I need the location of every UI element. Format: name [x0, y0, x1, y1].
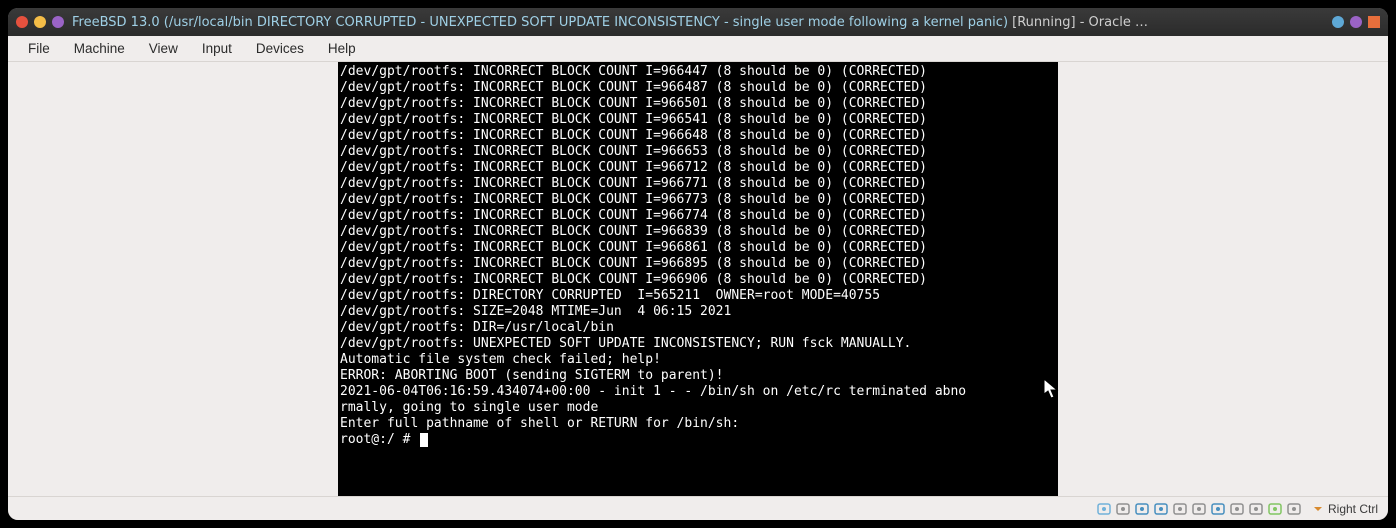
hard-disk-icon[interactable]: [1097, 502, 1111, 516]
menu-view[interactable]: View: [139, 37, 188, 60]
terminal-line: /dev/gpt/rootfs: INCORRECT BLOCK COUNT I…: [340, 112, 1058, 128]
terminal-line: /dev/gpt/rootfs: INCORRECT BLOCK COUNT I…: [340, 192, 1058, 208]
terminal-line: ERROR: ABORTING BOOT (sending SIGTERM to…: [340, 368, 1058, 384]
terminal-line: /dev/gpt/rootfs: INCORRECT BLOCK COUNT I…: [340, 176, 1058, 192]
vm-display-area[interactable]: /dev/gpt/rootfs: INCORRECT BLOCK COUNT I…: [8, 62, 1388, 496]
usb-icon[interactable]: [1135, 502, 1149, 516]
terminal-line: /dev/gpt/rootfs: DIRECTORY CORRUPTED I=5…: [340, 288, 1058, 304]
clipboard-icon[interactable]: [1287, 502, 1301, 516]
menu-devices[interactable]: Devices: [246, 37, 314, 60]
menu-file[interactable]: File: [18, 37, 60, 60]
virtualbox-window: FreeBSD 13.0 (/usr/local/bin DIRECTORY C…: [8, 8, 1388, 520]
close-dot-icon[interactable]: [16, 16, 28, 28]
vm-detail: (/usr/local/bin DIRECTORY CORRUPTED - UN…: [164, 15, 1008, 30]
indicator-dot-icon[interactable]: [1350, 16, 1362, 28]
terminal-line: /dev/gpt/rootfs: INCORRECT BLOCK COUNT I…: [340, 272, 1058, 288]
maximize-dot-icon[interactable]: [52, 16, 64, 28]
recording-icon[interactable]: [1230, 502, 1244, 516]
terminal-line: /dev/gpt/rootfs: INCORRECT BLOCK COUNT I…: [340, 240, 1058, 256]
network-icon[interactable]: [1211, 502, 1225, 516]
titlebar-right-icons: [1332, 16, 1380, 28]
terminal-line: 2021-06-04T06:16:59.434074+00:00 - init …: [340, 384, 1058, 400]
hostkey-indicator[interactable]: Right Ctrl: [1312, 502, 1378, 516]
hostkey-label: Right Ctrl: [1328, 502, 1378, 516]
terminal-prompt[interactable]: root@:/ #: [340, 432, 1058, 448]
terminal-line: Automatic file system check failed; help…: [340, 352, 1058, 368]
window-title: FreeBSD 13.0 (/usr/local/bin DIRECTORY C…: [72, 15, 1324, 30]
shared-folder-icon[interactable]: [1154, 502, 1168, 516]
terminal-line: /dev/gpt/rootfs: UNEXPECTED SOFT UPDATE …: [340, 336, 1058, 352]
terminal-line: Enter full pathname of shell or RETURN f…: [340, 416, 1058, 432]
menu-input[interactable]: Input: [192, 37, 242, 60]
camera-icon[interactable]: [1249, 502, 1263, 516]
indicator-dot-icon[interactable]: [1332, 16, 1344, 28]
mouse-integration-icon[interactable]: [1268, 502, 1282, 516]
menu-machine[interactable]: Machine: [64, 37, 135, 60]
terminal-line: /dev/gpt/rootfs: INCORRECT BLOCK COUNT I…: [340, 144, 1058, 160]
terminal-line: /dev/gpt/rootfs: SIZE=2048 MTIME=Jun 4 0…: [340, 304, 1058, 320]
audio-icon[interactable]: [1192, 502, 1206, 516]
menu-help[interactable]: Help: [318, 37, 366, 60]
window-controls: [16, 16, 64, 28]
terminal-cursor-icon: [420, 433, 428, 447]
terminal-line: /dev/gpt/rootfs: INCORRECT BLOCK COUNT I…: [340, 128, 1058, 144]
indicator-square-icon[interactable]: [1368, 16, 1380, 28]
terminal-line: /dev/gpt/rootfs: DIR=/usr/local/bin: [340, 320, 1058, 336]
terminal-line: /dev/gpt/rootfs: INCORRECT BLOCK COUNT I…: [340, 160, 1058, 176]
terminal-line: /dev/gpt/rootfs: INCORRECT BLOCK COUNT I…: [340, 64, 1058, 80]
terminal-line: /dev/gpt/rootfs: INCORRECT BLOCK COUNT I…: [340, 256, 1058, 272]
terminal-line: /dev/gpt/rootfs: INCORRECT BLOCK COUNT I…: [340, 224, 1058, 240]
app-name: - Oracle …: [1080, 15, 1148, 30]
display-icon[interactable]: [1173, 502, 1187, 516]
terminal-line: /dev/gpt/rootfs: INCORRECT BLOCK COUNT I…: [340, 96, 1058, 112]
optical-disk-icon[interactable]: [1116, 502, 1130, 516]
terminal-line: rmally, going to single user mode: [340, 400, 1058, 416]
guest-terminal[interactable]: /dev/gpt/rootfs: INCORRECT BLOCK COUNT I…: [338, 62, 1058, 496]
vm-state: [Running]: [1012, 15, 1075, 30]
terminal-line: /dev/gpt/rootfs: INCORRECT BLOCK COUNT I…: [340, 208, 1058, 224]
hostkey-arrow-icon: [1312, 503, 1324, 515]
statusbar: Right Ctrl: [8, 496, 1388, 520]
menubar: File Machine View Input Devices Help: [8, 36, 1388, 62]
titlebar[interactable]: FreeBSD 13.0 (/usr/local/bin DIRECTORY C…: [8, 8, 1388, 36]
vm-name: FreeBSD 13.0: [72, 15, 160, 30]
terminal-line: /dev/gpt/rootfs: INCORRECT BLOCK COUNT I…: [340, 80, 1058, 96]
minimize-dot-icon[interactable]: [34, 16, 46, 28]
